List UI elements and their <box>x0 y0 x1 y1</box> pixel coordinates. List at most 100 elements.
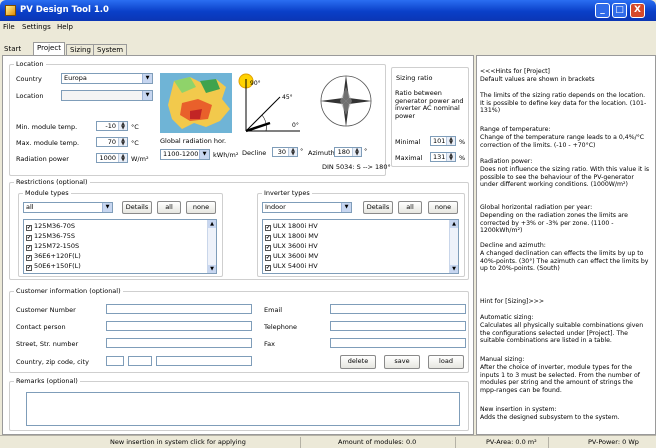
maximize-button[interactable]: □ <box>612 3 627 18</box>
email-label: Email <box>264 306 283 314</box>
checkbox-checked-icon[interactable]: ✔ <box>265 265 271 271</box>
module-details-button[interactable]: Details <box>122 201 152 214</box>
scroll-up-icon[interactable]: ▲ <box>450 220 458 228</box>
checkbox-checked-icon[interactable]: ✔ <box>265 255 271 261</box>
checkbox-checked-icon[interactable]: ✔ <box>26 245 32 251</box>
spinner-icon[interactable]: ▲ ▼ <box>118 154 127 162</box>
spinner-icon[interactable]: ▲ ▼ <box>446 153 455 161</box>
tab-sizing[interactable]: Sizing <box>66 44 95 55</box>
list-item[interactable]: ✔ ULX 3600i MV <box>265 252 318 261</box>
country-zip-city-label: Country, zip code, city <box>16 358 89 366</box>
min-temp-unit: °C <box>131 123 139 131</box>
list-item[interactable]: ✔ 125M36-70S <box>26 222 75 231</box>
module-list-scrollbar[interactable]: ▲ ▼ <box>207 220 216 273</box>
location-select[interactable]: ▼ <box>61 90 153 101</box>
list-item[interactable]: ✔ 125M72-150S <box>26 242 79 251</box>
checkbox-checked-icon[interactable]: ✔ <box>26 265 32 271</box>
angle-90-label: 90° <box>250 80 261 87</box>
inverter-all-button[interactable]: all <box>398 201 422 214</box>
checkbox-checked-icon[interactable]: ✔ <box>265 235 271 241</box>
checkbox-checked-icon[interactable]: ✔ <box>26 255 32 261</box>
scroll-up-icon[interactable]: ▲ <box>208 220 216 228</box>
scroll-down-icon[interactable]: ▼ <box>450 265 458 273</box>
menu-settings[interactable]: Settings <box>22 23 51 31</box>
list-item[interactable]: ✔ ULX 1800i HV <box>265 222 318 231</box>
menu-help[interactable]: Help <box>57 23 73 31</box>
minimize-button[interactable]: _ <box>595 3 610 18</box>
minimal-label: Minimal <box>395 138 421 146</box>
customer-number-input[interactable] <box>106 304 252 314</box>
scroll-down-icon[interactable]: ▼ <box>208 265 216 273</box>
global-radiation-label: Global radiation hor. <box>160 137 227 145</box>
list-item[interactable]: ✔ 125M36-75S <box>26 232 75 241</box>
module-all-button[interactable]: all <box>157 201 181 214</box>
checkbox-checked-icon[interactable]: ✔ <box>265 245 271 251</box>
module-types-list[interactable]: ✔ 125M36-70S ✔ 125M36-75S ✔ 125M72-150S ✔ 36… <box>23 219 217 274</box>
list-item[interactable]: ✔ 36E6+120F(L) <box>26 252 81 261</box>
azimuth-input[interactable]: 180 ▲ ▼ <box>334 147 362 157</box>
module-none-button[interactable]: none <box>186 201 216 214</box>
radiation-input[interactable]: 1000 ▲ ▼ <box>96 153 128 163</box>
title-bar: PV Design Tool 1.0 _ □ X <box>0 0 656 21</box>
status-hint: New insertion in system click for applyi… <box>110 438 246 446</box>
customer-group: Customer information (optional) Customer… <box>9 287 469 373</box>
street-input[interactable] <box>106 338 252 348</box>
max-temp-input[interactable]: 70 ▲ ▼ <box>96 137 128 147</box>
spinner-icon[interactable]: ▲ ▼ <box>118 138 127 146</box>
contact-person-input[interactable] <box>106 321 252 331</box>
radiation-map-image <box>160 73 232 133</box>
checkbox-checked-icon[interactable]: ✔ <box>26 225 32 231</box>
country-code-input[interactable] <box>106 356 124 366</box>
compass-rose-icon <box>320 75 372 127</box>
decline-input[interactable]: 30 ▲ ▼ <box>272 147 298 157</box>
hint-manual-title: Manual sizing: <box>480 356 525 363</box>
checkbox-checked-icon[interactable]: ✔ <box>26 235 32 241</box>
save-button[interactable]: save <box>384 355 420 369</box>
list-item[interactable]: ✔ ULX 1800i MV <box>265 232 318 241</box>
list-item[interactable]: ✔ ULX 5400i HV <box>265 262 318 271</box>
inverter-types-list[interactable]: ✔ ULX 1800i HV ✔ ULX 1800i MV ✔ ULX 3600i H… <box>262 219 459 274</box>
spinner-icon[interactable]: ▲ ▼ <box>288 148 297 156</box>
zip-code-input[interactable] <box>128 356 152 366</box>
hint-new-title: New insertion in system: <box>480 406 557 413</box>
inverter-details-button[interactable]: Details <box>363 201 393 214</box>
list-item[interactable]: ✔ ULX 3600i HV <box>265 242 318 251</box>
city-input[interactable] <box>156 356 252 366</box>
min-temp-label: Min. module temp. <box>16 123 78 131</box>
remarks-group: Remarks (optional) <box>9 377 469 431</box>
telephone-input[interactable] <box>330 321 466 331</box>
delete-button[interactable]: delete <box>340 355 376 369</box>
spinner-icon[interactable]: ▲ ▼ <box>118 122 127 130</box>
tab-project[interactable]: Project <box>33 42 65 55</box>
sizing-ratio-title: Sizing ratio <box>394 74 435 82</box>
email-input[interactable] <box>330 304 466 314</box>
load-button[interactable]: load <box>428 355 464 369</box>
spinner-icon[interactable]: ▲ ▼ <box>446 137 455 145</box>
global-radiation-select[interactable]: 1100-1200 ▼ <box>160 149 210 160</box>
maximal-input[interactable]: 131 ▲ ▼ <box>430 152 456 162</box>
status-power: PV-Power: 0 Wp <box>588 438 639 446</box>
tab-system[interactable]: System <box>93 44 128 55</box>
remarks-textarea[interactable] <box>26 392 460 426</box>
restrictions-title: Restrictions (optional) <box>14 178 90 186</box>
spinner-icon[interactable]: ▲ ▼ <box>352 148 361 156</box>
hint-manual-text: After the choice of inverter, module typ… <box>480 364 640 394</box>
inverter-filter-select[interactable]: Indoor ▼ <box>262 202 352 213</box>
module-types-title: Module types <box>23 189 71 197</box>
list-item[interactable]: ✔ 50E6+150F(L) <box>26 262 81 271</box>
status-divider <box>455 437 456 448</box>
hint-rad-title: Radiation power: <box>480 158 533 165</box>
tab-start[interactable]: Start <box>1 44 24 55</box>
status-divider <box>548 437 549 448</box>
menu-file[interactable]: File <box>3 23 15 31</box>
min-temp-input[interactable]: -10 ▲ ▼ <box>96 121 128 131</box>
maximal-unit: % <box>459 154 466 162</box>
inverter-list-scrollbar[interactable]: ▲ ▼ <box>449 220 458 273</box>
module-filter-select[interactable]: all ▼ <box>23 202 113 213</box>
fax-input[interactable] <box>330 338 466 348</box>
checkbox-checked-icon[interactable]: ✔ <box>265 225 271 231</box>
minimal-input[interactable]: 101 ▲ ▼ <box>430 136 456 146</box>
inverter-none-button[interactable]: none <box>428 201 458 214</box>
close-button[interactable]: X <box>630 3 645 18</box>
country-select[interactable]: Europa ▼ <box>61 73 153 84</box>
